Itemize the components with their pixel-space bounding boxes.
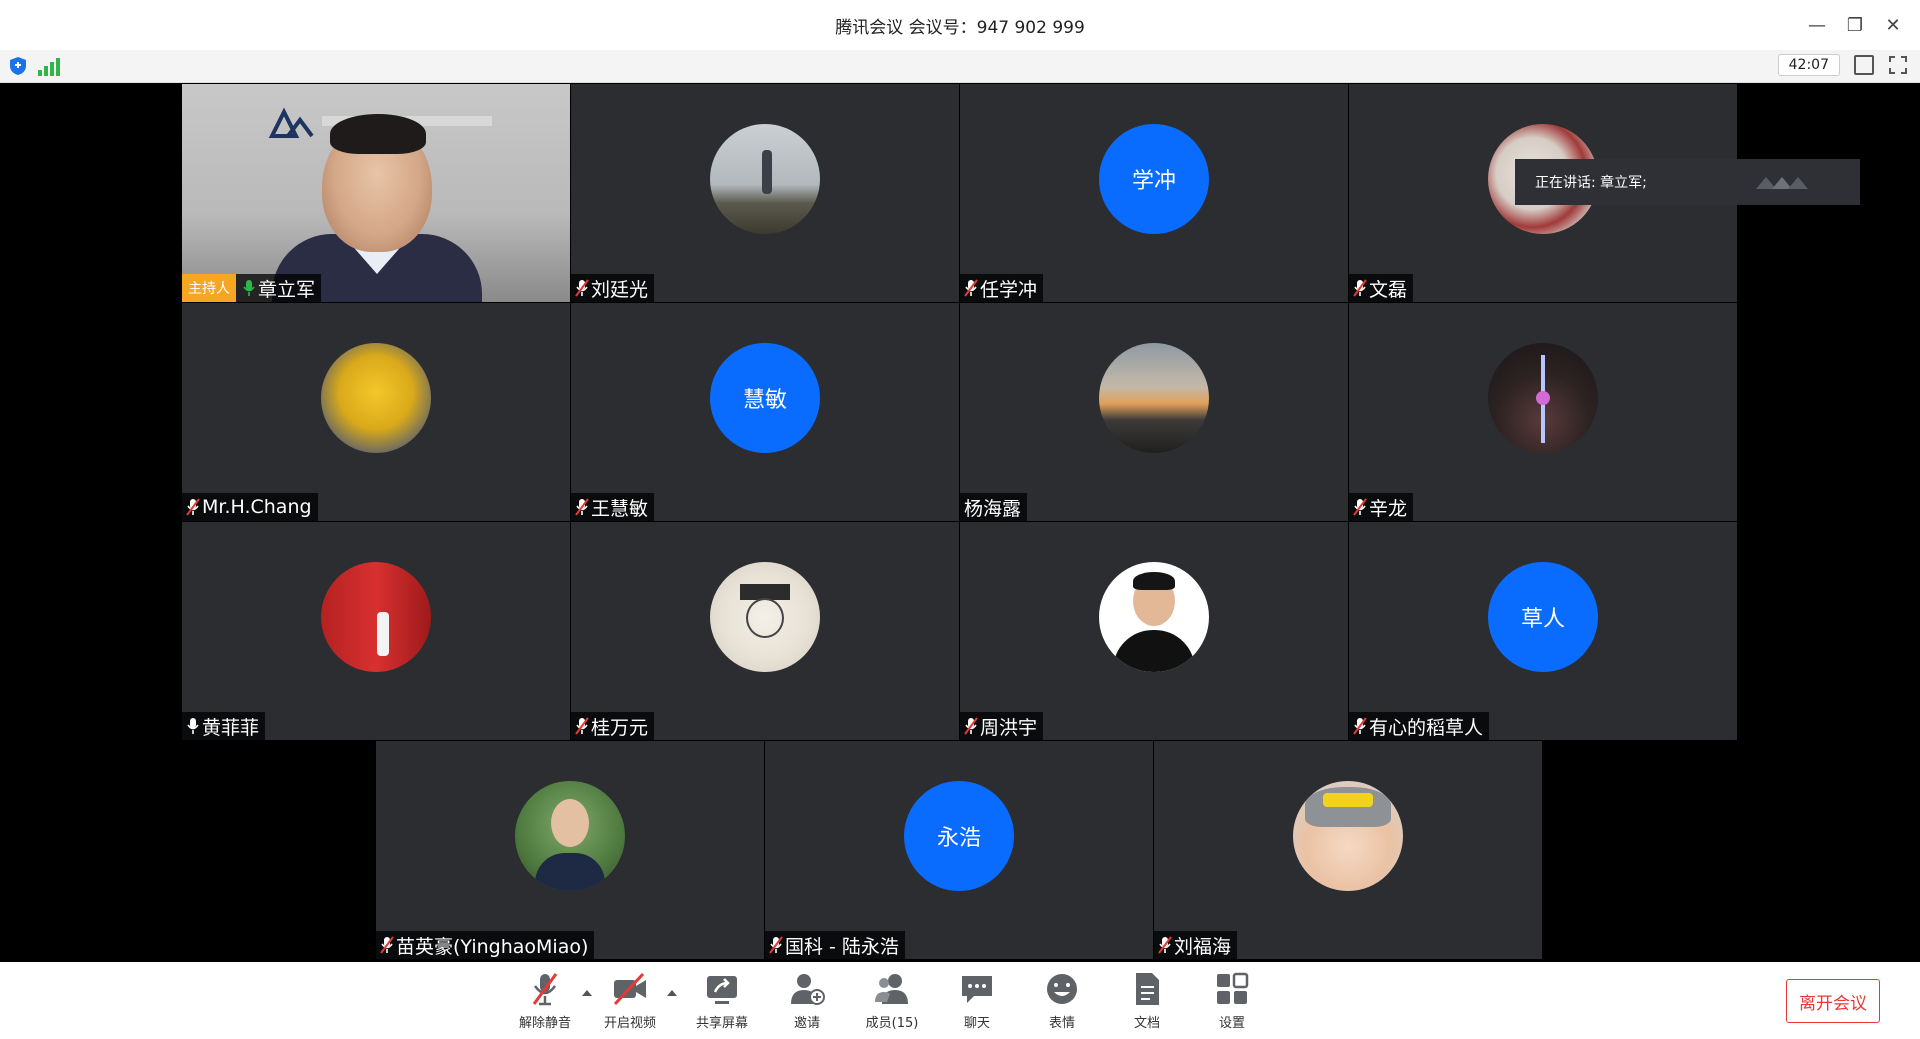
mic-muted-icon xyxy=(575,279,589,297)
title-bar: 腾讯会议 会议号：947 902 999 — ❐ ✕ xyxy=(0,0,1920,50)
fullscreen-icon[interactable] xyxy=(1888,55,1908,75)
mic-muted-icon xyxy=(1158,936,1172,954)
participant-name-tag: 文磊 xyxy=(1349,274,1414,302)
avatar xyxy=(515,781,625,891)
camera-off-icon xyxy=(613,972,646,1006)
participant-name-tag: 主持人 章立军 xyxy=(182,274,322,302)
restore-icon[interactable]: ❐ xyxy=(1836,6,1874,44)
close-icon[interactable]: ✕ xyxy=(1874,6,1912,44)
avatar xyxy=(321,343,431,453)
status-bar: 42:07 xyxy=(0,50,1920,83)
mic-muted-icon xyxy=(532,973,558,1006)
participant-tile[interactable]: 辛龙 xyxy=(1349,303,1737,521)
mic-on-white-icon xyxy=(186,717,200,735)
documents-button[interactable]: 文档 xyxy=(1107,970,1187,1034)
participant-name-tag: 刘福海 xyxy=(1154,931,1238,959)
mic-muted-icon xyxy=(964,279,978,297)
participant-tile[interactable]: 主持人 章立军 xyxy=(182,84,570,302)
mic-muted-icon xyxy=(575,717,589,735)
participant-name-tag: 周洪宇 xyxy=(960,712,1044,740)
avatar xyxy=(1099,562,1209,672)
participant-name-tag: 任学冲 xyxy=(960,274,1044,302)
mic-muted-icon xyxy=(964,717,978,735)
layout-icon[interactable] xyxy=(1854,55,1874,75)
participant-name-tag: Mr.H.Chang xyxy=(182,493,318,521)
mic-muted-icon xyxy=(186,498,200,516)
avatar xyxy=(1099,343,1209,453)
participant-tile[interactable]: 杨海露 xyxy=(960,303,1348,521)
participant-tile[interactable]: 周洪宇 xyxy=(960,522,1348,740)
participant-grid: 主持人 章立军 刘廷光 学冲 任学冲 文磊 Mr.H.Chang 慧敏 王慧敏 … xyxy=(0,84,1920,962)
members-button[interactable]: 成员(15) xyxy=(852,970,932,1034)
chat-button[interactable]: 聊天 xyxy=(937,970,1017,1034)
avatar xyxy=(1293,781,1403,891)
settings-button[interactable]: 设置 xyxy=(1192,970,1272,1034)
participant-tile[interactable]: 桂万元 xyxy=(571,522,959,740)
avatar xyxy=(710,124,820,234)
avatar: 学冲 xyxy=(1099,124,1209,234)
avatar xyxy=(321,562,431,672)
participant-name-tag: 苗英豪(YinghaoMiao) xyxy=(376,931,595,959)
mic-on-icon xyxy=(242,279,256,297)
participant-tile[interactable]: Mr.H.Chang xyxy=(182,303,570,521)
meeting-timer: 42:07 xyxy=(1777,54,1840,76)
mic-muted-icon xyxy=(575,498,589,516)
document-icon xyxy=(1136,973,1159,1005)
meeting-title: 腾讯会议 会议号：947 902 999 xyxy=(835,17,1085,38)
start-video-button[interactable]: 开启视频 xyxy=(590,970,670,1034)
avatar xyxy=(1488,343,1598,453)
avatar: 永浩 xyxy=(904,781,1014,891)
emoji-button[interactable]: 表情 xyxy=(1022,970,1102,1034)
participant-tile[interactable]: 慧敏 王慧敏 xyxy=(571,303,959,521)
participant-tile[interactable]: 刘廷光 xyxy=(571,84,959,302)
speaking-indicator: 正在讲话: 章立军; xyxy=(1515,159,1860,205)
chat-icon xyxy=(962,976,992,1003)
host-badge: 主持人 xyxy=(182,274,236,302)
participant-name-tag: 国科 - 陆永浩 xyxy=(765,931,905,959)
mic-muted-icon xyxy=(1353,279,1367,297)
invite-button[interactable]: 邀请 xyxy=(767,970,847,1034)
tencent-meeting-logo-icon xyxy=(1756,177,1808,189)
mic-muted-icon xyxy=(1353,498,1367,516)
participant-name-tag: 杨海露 xyxy=(960,493,1028,521)
window-controls: — ❐ ✕ xyxy=(1798,0,1912,50)
mic-muted-icon xyxy=(1353,717,1367,735)
leave-meeting-button[interactable]: 离开会议 xyxy=(1786,979,1880,1023)
participant-name-tag: 黄菲菲 xyxy=(182,712,266,740)
meeting-toolbar: 解除静音 开启视频 共享屏幕 邀请 成员(15) 聊天 表情 文档 设置 离开会… xyxy=(0,962,1920,1039)
participant-tile[interactable]: 苗英豪(YinghaoMiao) xyxy=(376,741,764,959)
security-shield-icon[interactable] xyxy=(8,56,28,76)
unmute-button[interactable]: 解除静音 xyxy=(505,970,585,1034)
host-video xyxy=(182,84,570,302)
participant-tile[interactable]: 刘福海 xyxy=(1154,741,1542,959)
participant-tile[interactable]: 草人 有心的稻草人 xyxy=(1349,522,1737,740)
participant-name-tag: 辛龙 xyxy=(1349,493,1414,521)
avatar: 慧敏 xyxy=(710,343,820,453)
add-user-icon xyxy=(791,974,825,1005)
signal-strength-icon[interactable] xyxy=(38,56,60,76)
avatar xyxy=(710,562,820,672)
apps-grid-icon xyxy=(1217,972,1249,1004)
minimize-icon[interactable]: — xyxy=(1798,6,1836,44)
participant-tile[interactable]: 永浩 国科 - 陆永浩 xyxy=(765,741,1153,959)
participant-tile[interactable]: 黄菲菲 xyxy=(182,522,570,740)
participant-tile[interactable]: 学冲 任学冲 xyxy=(960,84,1348,302)
chevron-up-icon[interactable] xyxy=(667,990,677,996)
participant-name-tag: 王慧敏 xyxy=(571,493,655,521)
share-screen-button[interactable]: 共享屏幕 xyxy=(682,970,762,1034)
emoji-icon xyxy=(1047,974,1077,1004)
participant-name-tag: 刘廷光 xyxy=(571,274,655,302)
mic-muted-icon xyxy=(380,936,394,954)
avatar: 草人 xyxy=(1488,562,1598,672)
share-screen-icon xyxy=(707,976,737,1004)
participant-name-tag: 有心的稻草人 xyxy=(1349,712,1490,740)
members-icon xyxy=(875,974,908,1004)
participant-name-tag: 桂万元 xyxy=(571,712,655,740)
mic-muted-icon xyxy=(769,936,783,954)
